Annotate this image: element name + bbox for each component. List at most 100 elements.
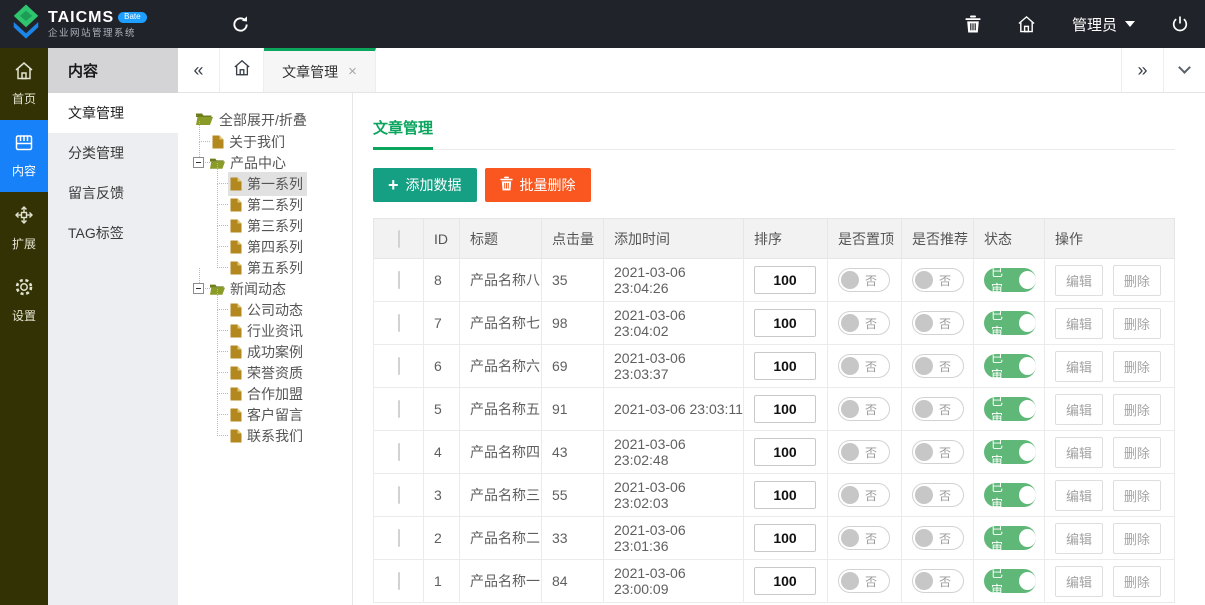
edit-button[interactable]: 编辑	[1055, 394, 1103, 425]
home-icon[interactable]	[1017, 15, 1036, 33]
pinned-toggle[interactable]: 否	[838, 311, 890, 335]
recommended-toggle[interactable]: 否	[912, 526, 964, 550]
recommended-toggle[interactable]: 否	[912, 354, 964, 378]
sort-input[interactable]	[754, 352, 816, 380]
delete-button[interactable]: 删除	[1113, 308, 1161, 339]
tree-node[interactable]: 第五系列	[228, 257, 352, 278]
sidebar-item[interactable]: 文章管理	[48, 93, 178, 133]
sidebar-item[interactable]: 留言反馈	[48, 173, 178, 213]
close-icon[interactable]: ×	[348, 63, 357, 80]
edit-button[interactable]: 编辑	[1055, 480, 1103, 511]
batch-delete-button[interactable]: 批量删除	[485, 168, 591, 202]
row-checkbox[interactable]	[398, 400, 400, 418]
recommended-toggle[interactable]: 否	[912, 311, 964, 335]
rail-item-extensions[interactable]: 扩展	[0, 192, 48, 264]
recommended-toggle[interactable]: 否	[912, 397, 964, 421]
tree-node[interactable]: 第二系列	[228, 194, 352, 215]
chevron-down-icon	[1178, 61, 1191, 74]
file-icon	[230, 345, 242, 359]
sort-input[interactable]	[754, 395, 816, 423]
delete-button[interactable]: 删除	[1113, 480, 1161, 511]
status-toggle[interactable]: 已审	[984, 569, 1036, 593]
tree-node[interactable]: 第四系列	[228, 236, 352, 257]
edit-button[interactable]: 编辑	[1055, 523, 1103, 554]
delete-button[interactable]: 删除	[1113, 394, 1161, 425]
tree-node[interactable]: 荣誉资质	[228, 362, 352, 383]
sidebar-item[interactable]: TAG标签	[48, 213, 178, 253]
pinned-toggle[interactable]: 否	[838, 354, 890, 378]
toggle-knob	[841, 357, 859, 375]
recommended-toggle[interactable]: 否	[912, 569, 964, 593]
tab-home[interactable]	[220, 48, 264, 92]
pinned-toggle[interactable]: 否	[838, 268, 890, 292]
recommended-toggle[interactable]: 否	[912, 268, 964, 292]
edit-button[interactable]: 编辑	[1055, 437, 1103, 468]
tree-node[interactable]: 关于我们	[210, 131, 352, 152]
tree-toggle-all[interactable]: 全部展开/折叠	[196, 109, 352, 131]
edit-button[interactable]: 编辑	[1055, 566, 1103, 597]
pinned-toggle[interactable]: 否	[838, 483, 890, 507]
sort-input[interactable]	[754, 309, 816, 337]
tabs-dropdown-button[interactable]	[1163, 48, 1205, 92]
pinned-toggle[interactable]: 否	[838, 569, 890, 593]
status-toggle[interactable]: 已审	[984, 526, 1036, 550]
recommended-toggle[interactable]: 否	[912, 483, 964, 507]
pinned-toggle[interactable]: 否	[838, 397, 890, 421]
tree-node[interactable]: 产品中心	[210, 152, 352, 173]
tree-node[interactable]: 客户留言	[228, 404, 352, 425]
logout-power-icon[interactable]	[1171, 15, 1189, 33]
row-checkbox[interactable]	[398, 486, 400, 504]
recommended-toggle[interactable]: 否	[912, 440, 964, 464]
rail-item-content[interactable]: 内容	[0, 120, 48, 192]
delete-button[interactable]: 删除	[1113, 437, 1161, 468]
tab-article-management[interactable]: 文章管理 ×	[264, 48, 376, 92]
sort-input[interactable]	[754, 524, 816, 552]
tree-node[interactable]: 行业资讯	[228, 320, 352, 341]
delete-button[interactable]: 删除	[1113, 351, 1161, 382]
tree-node[interactable]: 第三系列	[228, 215, 352, 236]
sidebar-item[interactable]: 分类管理	[48, 133, 178, 173]
sort-input[interactable]	[754, 438, 816, 466]
delete-button[interactable]: 删除	[1113, 566, 1161, 597]
tree-node[interactable]: 公司动态	[228, 299, 352, 320]
collapse-minus-box[interactable]	[193, 283, 204, 294]
row-checkbox[interactable]	[398, 314, 400, 332]
user-menu[interactable]: 管理员	[1072, 14, 1135, 35]
edit-button[interactable]: 编辑	[1055, 351, 1103, 382]
sort-input[interactable]	[754, 481, 816, 509]
row-checkbox[interactable]	[398, 572, 400, 590]
edit-button[interactable]: 编辑	[1055, 265, 1103, 296]
tree-node[interactable]: 新闻动态	[210, 278, 352, 299]
pinned-toggle[interactable]: 否	[838, 526, 890, 550]
beta-badge: Bate	[118, 12, 146, 23]
delete-button[interactable]: 删除	[1113, 265, 1161, 296]
row-checkbox[interactable]	[398, 357, 400, 375]
tree-node[interactable]: 联系我们	[228, 425, 352, 446]
tree-node[interactable]: 合作加盟	[228, 383, 352, 404]
tree-node[interactable]: 第一系列	[228, 173, 352, 194]
rail-item-home[interactable]: 首页	[0, 48, 48, 120]
collapse-minus-box[interactable]	[193, 157, 204, 168]
status-toggle[interactable]: 已审	[984, 311, 1036, 335]
row-checkbox[interactable]	[398, 529, 400, 547]
rail-item-settings[interactable]: 设置	[0, 264, 48, 336]
sort-input[interactable]	[754, 567, 816, 595]
select-all-checkbox[interactable]	[398, 230, 400, 248]
row-checkbox[interactable]	[398, 443, 400, 461]
row-checkbox[interactable]	[398, 271, 400, 289]
sort-input[interactable]	[754, 266, 816, 294]
status-toggle[interactable]: 已审	[984, 397, 1036, 421]
tree-node[interactable]: 成功案例	[228, 341, 352, 362]
edit-button[interactable]: 编辑	[1055, 308, 1103, 339]
pinned-toggle[interactable]: 否	[838, 440, 890, 464]
tabs-collapse-button[interactable]: «	[178, 48, 220, 92]
tabs-more-button[interactable]: »	[1121, 48, 1163, 92]
trash-icon[interactable]	[965, 15, 981, 33]
add-data-button[interactable]: + 添加数据	[373, 168, 477, 202]
status-toggle[interactable]: 已审	[984, 440, 1036, 464]
delete-button[interactable]: 删除	[1113, 523, 1161, 554]
status-toggle[interactable]: 已审	[984, 483, 1036, 507]
status-toggle[interactable]: 已审	[984, 354, 1036, 378]
refresh-icon[interactable]	[218, 0, 262, 48]
status-toggle[interactable]: 已审	[984, 268, 1036, 292]
